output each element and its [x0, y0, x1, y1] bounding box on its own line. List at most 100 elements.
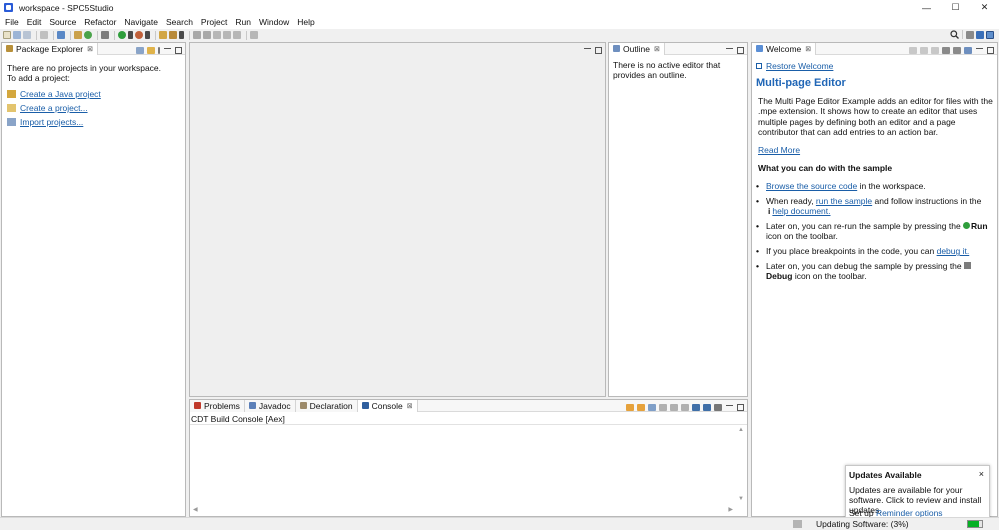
- restore-welcome-link[interactable]: Restore Welcome: [766, 61, 833, 71]
- pin-console-icon[interactable]: [648, 403, 656, 411]
- list-text: If you place breakpoints in the code, yo…: [766, 246, 937, 257]
- scroll-lock-icon[interactable]: [626, 403, 634, 411]
- back-icon[interactable]: [223, 31, 231, 39]
- minimize-view-icon[interactable]: [726, 405, 733, 412]
- create-java-project-link[interactable]: Create a Java project: [20, 89, 101, 99]
- minimize-view-icon[interactable]: [584, 48, 591, 55]
- nav-back-icon[interactable]: [920, 46, 928, 54]
- scroll-up-icon[interactable]: ▲: [738, 427, 744, 433]
- menu-window[interactable]: Window: [255, 17, 293, 27]
- menu-navigate[interactable]: Navigate: [120, 17, 162, 27]
- pin-editor-icon[interactable]: [250, 31, 258, 39]
- external-tools-icon[interactable]: [135, 31, 143, 39]
- import-projects-link[interactable]: Import projects...: [20, 117, 83, 127]
- collapse-all-icon[interactable]: [136, 46, 144, 54]
- search-dropdown-icon[interactable]: [179, 31, 184, 39]
- paste-icon[interactable]: [681, 403, 689, 411]
- prev-annotation-icon[interactable]: [203, 31, 211, 39]
- copy-icon[interactable]: [670, 403, 678, 411]
- terminal-icon[interactable]: [40, 31, 48, 39]
- close-icon[interactable]: ⊠: [654, 45, 660, 53]
- maximize-view-icon[interactable]: [737, 46, 744, 54]
- menu-search[interactable]: Search: [162, 17, 197, 27]
- home-icon[interactable]: [909, 46, 917, 54]
- skip-breakpoints-icon[interactable]: [57, 31, 65, 39]
- open-type-icon[interactable]: [159, 31, 167, 39]
- list-text: in the workspace.: [857, 181, 926, 192]
- new-class-icon[interactable]: [84, 31, 92, 39]
- maximize-view-icon[interactable]: [737, 403, 744, 411]
- tab-declaration[interactable]: Declaration: [295, 399, 358, 412]
- close-icon[interactable]: ⊠: [87, 45, 93, 53]
- create-project-link[interactable]: Create a project...: [20, 103, 88, 113]
- menu-edit[interactable]: Edit: [23, 17, 46, 27]
- menu-file[interactable]: File: [1, 17, 23, 27]
- display-console-icon[interactable]: [692, 403, 700, 411]
- minimize-button[interactable]: —: [912, 0, 941, 15]
- progress-bar[interactable]: [967, 520, 983, 528]
- menu-help[interactable]: Help: [293, 17, 318, 27]
- run-dropdown-icon[interactable]: [128, 31, 133, 39]
- progress-icon[interactable]: [793, 520, 802, 528]
- help-document-link[interactable]: help document.: [772, 206, 830, 216]
- last-edit-icon[interactable]: [213, 31, 221, 39]
- tab-console[interactable]: Console ⊠: [357, 399, 418, 412]
- forward-icon[interactable]: [233, 31, 241, 39]
- read-more-link[interactable]: Read More: [756, 145, 994, 155]
- cpp-perspective-icon[interactable]: [976, 30, 984, 39]
- close-button[interactable]: ✕: [970, 0, 999, 15]
- tab-welcome[interactable]: Welcome ⊠: [752, 42, 817, 55]
- maximize-view-icon[interactable]: [987, 46, 994, 54]
- new-icon[interactable]: [3, 31, 11, 39]
- scroll-right-icon[interactable]: ▶: [728, 506, 733, 513]
- import-icon: [7, 118, 16, 126]
- package-explorer-view: Package Explorer ⊠ There are no projects…: [1, 42, 186, 517]
- next-annotation-icon[interactable]: [193, 31, 201, 39]
- standby-icon[interactable]: [964, 46, 972, 54]
- tab-javadoc[interactable]: Javadoc: [244, 399, 296, 412]
- tab-outline[interactable]: Outline ⊠: [609, 42, 665, 55]
- maximize-view-icon[interactable]: [175, 46, 182, 54]
- close-icon[interactable]: ⊠: [805, 45, 811, 53]
- view-menu-icon[interactable]: [158, 46, 160, 54]
- scroll-down-icon[interactable]: ▼: [738, 496, 744, 502]
- open-perspective-icon[interactable]: [966, 30, 974, 39]
- search-icon[interactable]: [950, 30, 959, 39]
- link-editor-icon[interactable]: [147, 46, 155, 54]
- tab-problems[interactable]: Problems: [190, 399, 245, 412]
- save-all-icon[interactable]: [23, 31, 31, 39]
- search-tool-icon[interactable]: [169, 31, 177, 39]
- nav-forward-icon[interactable]: [931, 46, 939, 54]
- maximize-button[interactable]: ☐: [941, 0, 970, 15]
- menu-project[interactable]: Project: [197, 17, 231, 27]
- updates-popup[interactable]: Updates Available × Updates are availabl…: [845, 465, 990, 519]
- word-wrap-icon[interactable]: [637, 403, 645, 411]
- minimize-view-icon[interactable]: [164, 48, 171, 55]
- debug-label: Debug: [766, 271, 793, 282]
- menu-source[interactable]: Source: [45, 17, 80, 27]
- scroll-left-icon[interactable]: ◀: [193, 506, 198, 513]
- debug-icon[interactable]: [101, 31, 109, 39]
- browse-source-link[interactable]: Browse the source code: [766, 181, 857, 191]
- progress-text: Updating Software: (3%): [816, 519, 909, 529]
- external-tools-dropdown-icon[interactable]: [145, 31, 150, 39]
- minimize-view-icon[interactable]: [976, 48, 983, 55]
- menu-run[interactable]: Run: [231, 17, 255, 27]
- clear-console-icon[interactable]: [659, 403, 667, 411]
- open-console-icon[interactable]: [703, 403, 711, 411]
- run-sample-link[interactable]: run the sample: [816, 196, 872, 206]
- debug-it-link[interactable]: debug it.: [937, 246, 970, 256]
- save-icon[interactable]: [13, 31, 21, 39]
- minimize-view-icon[interactable]: [726, 48, 733, 55]
- maximize-view-icon[interactable]: [595, 46, 602, 54]
- reduce-icon[interactable]: [953, 46, 961, 54]
- console-menu-icon[interactable]: [714, 403, 722, 411]
- menu-refactor[interactable]: Refactor: [80, 17, 120, 27]
- close-icon[interactable]: ⊠: [407, 402, 413, 410]
- popup-close-icon[interactable]: ×: [979, 469, 984, 479]
- magnify-icon[interactable]: [942, 46, 950, 54]
- java-perspective-icon[interactable]: [986, 30, 994, 39]
- new-project-icon[interactable]: [74, 31, 82, 39]
- run-icon[interactable]: [118, 31, 126, 39]
- tab-package-explorer[interactable]: Package Explorer ⊠: [2, 42, 98, 55]
